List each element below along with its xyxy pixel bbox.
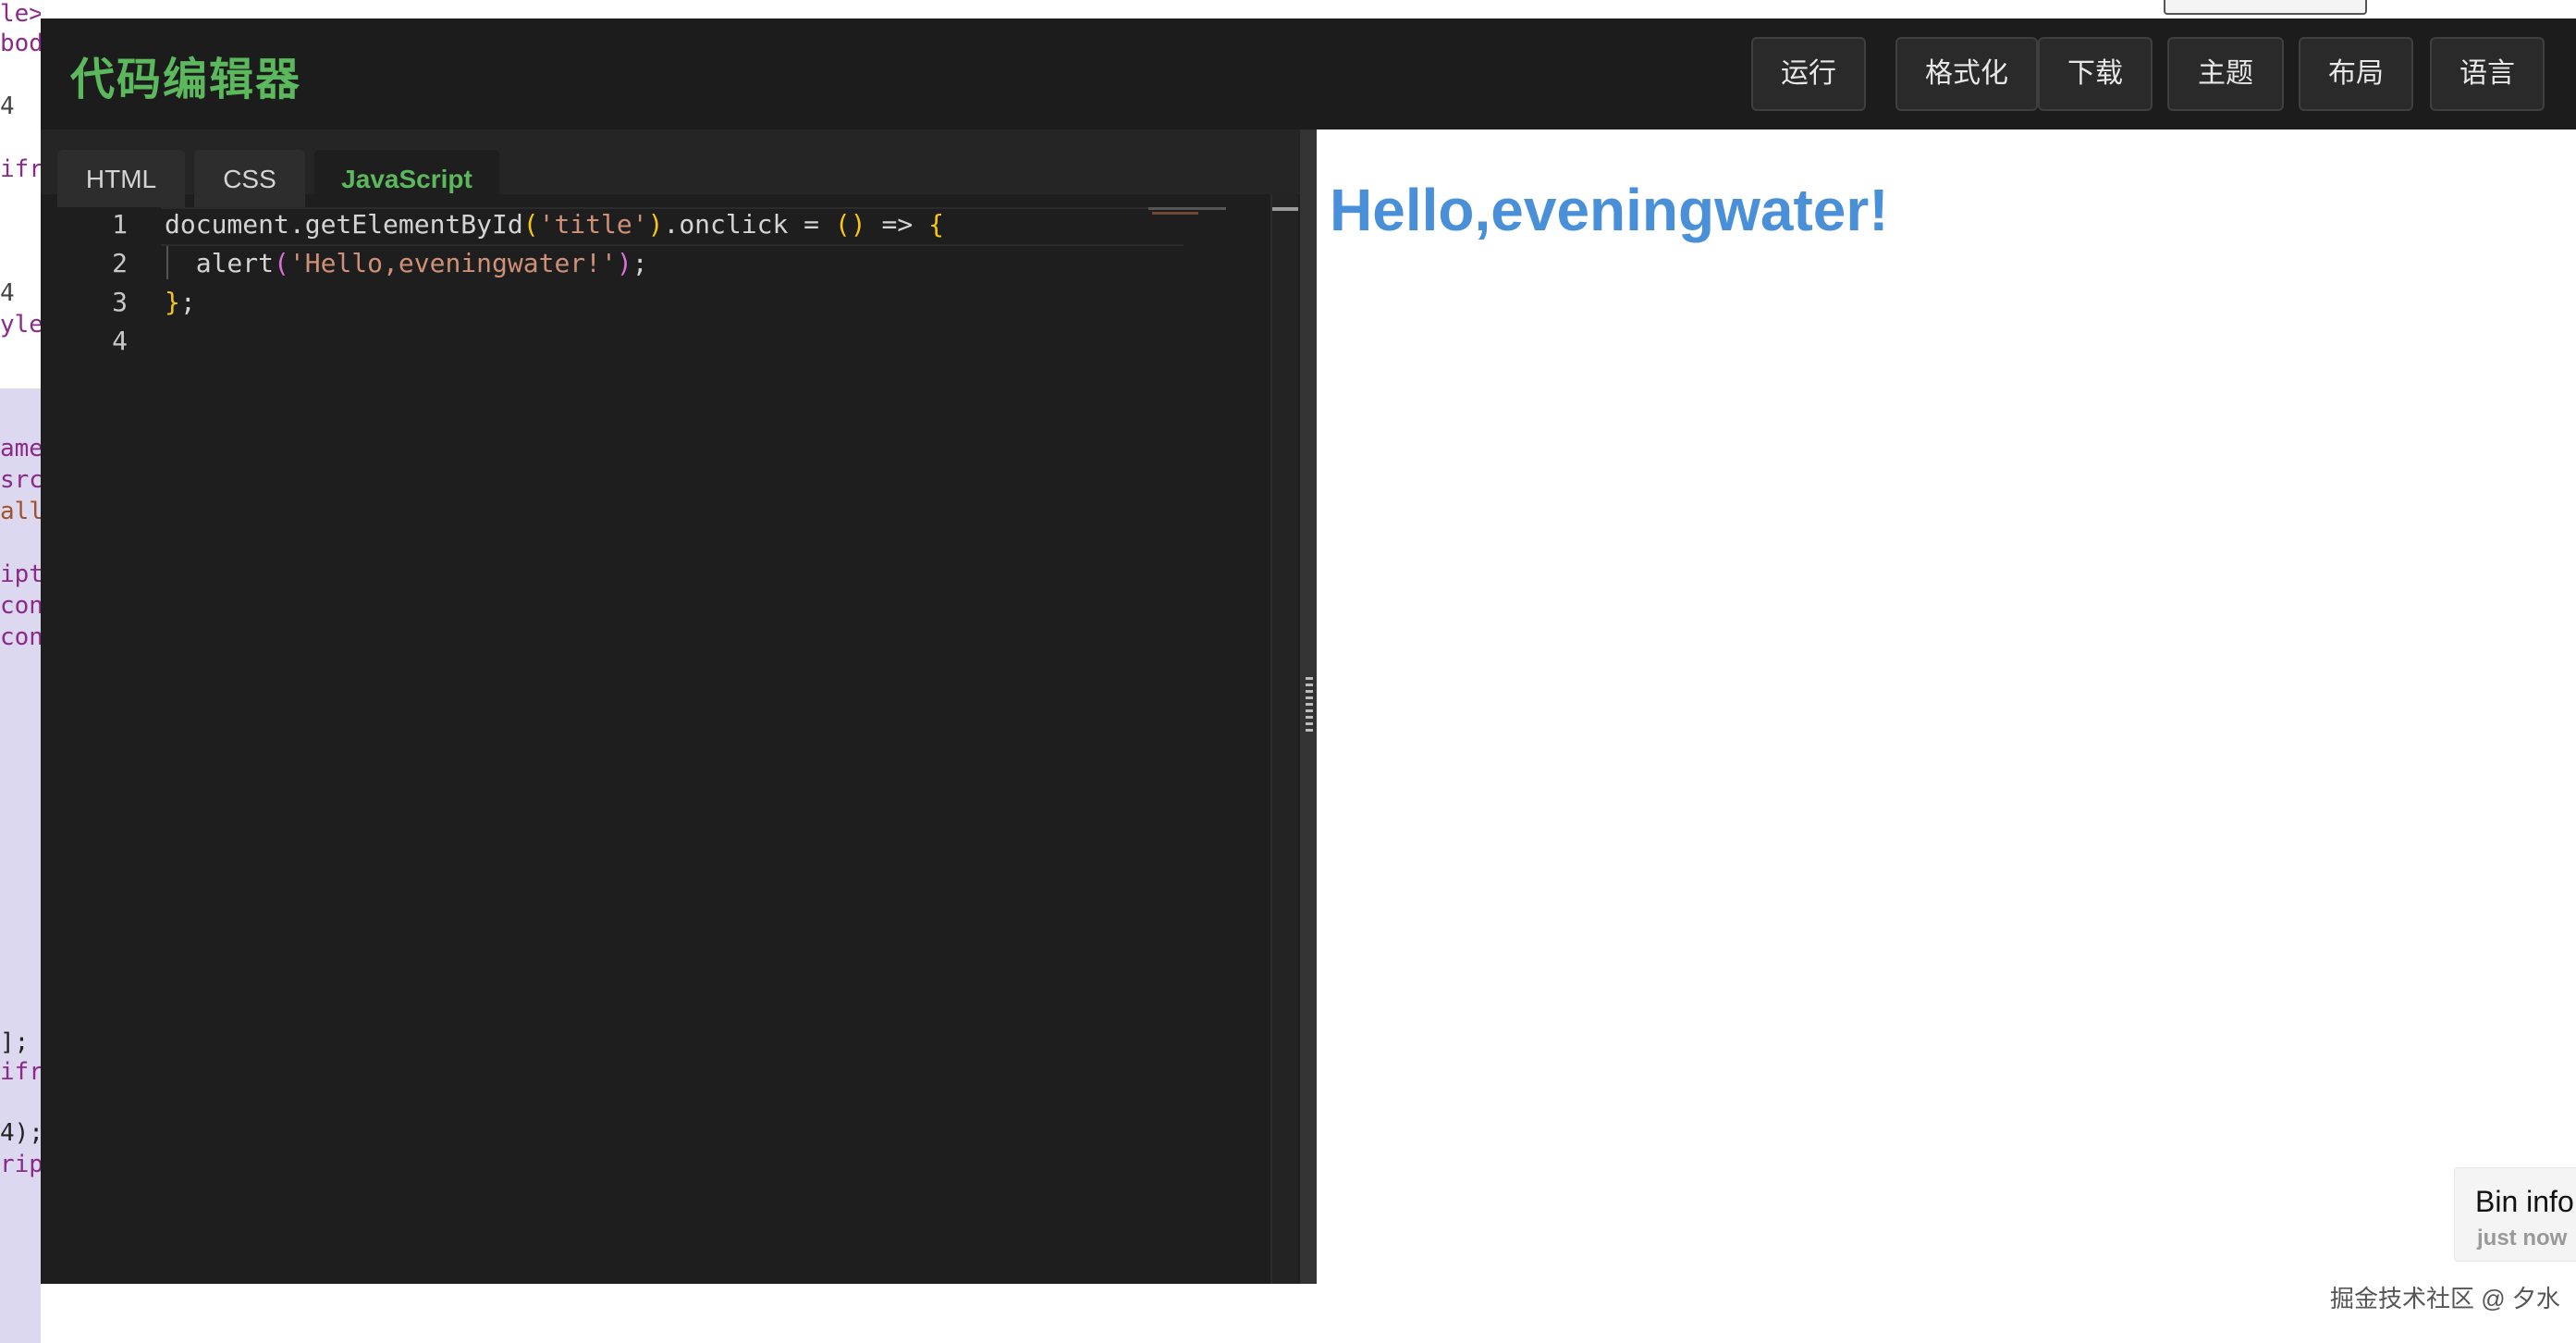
app-title: 代码编辑器 — [70, 55, 302, 105]
run-button[interactable]: 运行 — [1751, 37, 1866, 111]
code-text-area[interactable]: 1 2 3 4 document.getElementById('title')… — [41, 207, 1270, 1284]
code-line-3: }; — [165, 287, 196, 317]
code-token: { — [928, 209, 944, 240]
editor-tab-bar: HTML CSS JavaScript — [41, 129, 1317, 215]
bin-info-label: Bin info — [2475, 1185, 2574, 1218]
background-text: all — [0, 498, 41, 525]
preview-title[interactable]: Hello,eveningwater! — [1330, 176, 1889, 244]
drag-handle-icon[interactable] — [1306, 677, 1313, 734]
code-token: alert — [165, 248, 275, 278]
code-token: .onclick = — [663, 209, 835, 240]
code-token: document.getElementById — [165, 209, 523, 240]
editor-scrollbar[interactable] — [1270, 194, 1298, 1284]
code-token: => — [865, 209, 929, 240]
background-text: 4 — [0, 279, 15, 307]
background-run-button[interactable] — [2164, 0, 2367, 15]
scrollbar-thumb[interactable] — [1272, 207, 1298, 211]
tab-html[interactable]: HTML — [57, 150, 185, 215]
background-toolbar — [41, 0, 2576, 20]
background-text: ifr — [0, 155, 41, 183]
code-token: ( — [274, 248, 289, 278]
background-text: con — [0, 623, 41, 651]
code-token: () — [834, 209, 866, 240]
code-token: ) — [647, 209, 664, 240]
background-text: src — [0, 466, 41, 494]
watermark: 掘金技术社区 @ 夕水 — [2330, 1285, 2560, 1312]
header-bar: 代码编辑器 运行 格式化 下载 主题 布局 语言 — [41, 18, 2576, 131]
background-page-fragment: le> bod 4 ifr 4 yle ame src all ipt con … — [0, 0, 41, 1343]
minimap-line — [1148, 207, 1226, 210]
code-token: ; — [179, 287, 196, 317]
background-text: 4); — [0, 1119, 41, 1147]
download-button[interactable]: 下载 — [2038, 37, 2153, 111]
background-text: ifr — [0, 1058, 41, 1086]
background-text: le> — [0, 0, 41, 28]
line-number: 4 — [112, 326, 128, 356]
line-number: 1 — [112, 209, 128, 240]
background-text: con — [0, 592, 41, 620]
code-minimap[interactable] — [1148, 207, 1270, 216]
background-text: rip — [0, 1151, 41, 1178]
background-text: 4 — [0, 92, 15, 120]
background-text: ame — [0, 435, 41, 462]
code-line-2: alert('Hello,eveningwater!'); — [165, 248, 648, 278]
format-button[interactable]: 格式化 — [1895, 37, 2038, 111]
bin-info-time: just now — [2477, 1226, 2568, 1251]
pane-splitter[interactable] — [1300, 129, 1317, 1284]
tab-javascript[interactable]: JavaScript — [314, 150, 499, 215]
preview-pane: Hello,eveningwater! Bin info just now — [1317, 129, 2576, 1284]
layout-button[interactable]: 布局 — [2299, 37, 2413, 111]
code-editor-pane: HTML CSS JavaScript 1 2 3 4 document.get… — [41, 129, 1317, 1284]
background-text: ipt — [0, 561, 41, 588]
theme-button[interactable]: 主题 — [2167, 37, 2284, 111]
background-text: ]; — [0, 1029, 30, 1056]
language-button[interactable]: 语言 — [2430, 37, 2545, 111]
code-token: ; — [632, 248, 648, 278]
code-string: 'Hello,eveningwater!' — [288, 248, 617, 278]
code-token: ) — [616, 248, 632, 278]
code-token: } — [165, 287, 180, 317]
code-editor-app: 代码编辑器 运行 格式化 下载 主题 布局 语言 HTML CSS JavaSc… — [41, 18, 2576, 1284]
code-line-1: document.getElementById('title').onclick… — [165, 209, 944, 240]
background-highlight — [0, 388, 41, 1343]
background-text: yle — [0, 311, 41, 339]
code-token: ( — [522, 209, 539, 240]
bin-info-badge[interactable]: Bin info just now — [2454, 1167, 2576, 1262]
minimap-line — [1152, 212, 1198, 215]
code-string: 'title' — [538, 209, 648, 240]
background-text: bod — [0, 30, 41, 57]
tab-css[interactable]: CSS — [194, 150, 305, 215]
line-number: 2 — [112, 248, 128, 278]
line-number: 3 — [112, 287, 128, 317]
